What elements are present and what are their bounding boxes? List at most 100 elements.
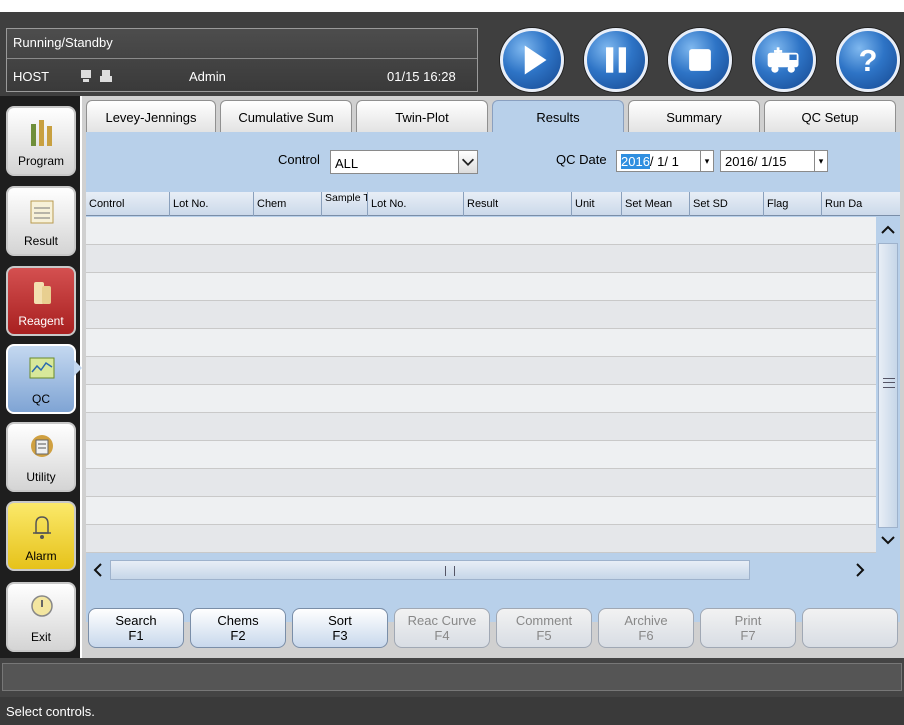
table-row[interactable] (86, 301, 876, 329)
utility-icon (31, 435, 53, 457)
table-row[interactable] (86, 273, 876, 301)
reac-curve-button[interactable]: Reac Curve F4 (394, 608, 490, 648)
f8-button[interactable] (802, 608, 898, 648)
print-button-label: Print (734, 613, 762, 628)
date-from-rest: / 1/ 1 (649, 154, 679, 169)
pause-button[interactable] (584, 28, 648, 92)
date-to-field[interactable]: 2016/ 1/15 (720, 150, 818, 172)
stop-icon (689, 49, 711, 71)
nav-utility[interactable]: Utility (6, 422, 76, 492)
results-table-body (86, 217, 876, 556)
top-bar: Running/Standby HOST Admin 01/15 16:28 ? (0, 12, 904, 96)
table-row[interactable] (86, 357, 876, 385)
horizontal-scroll-grip[interactable] (445, 566, 455, 576)
tab-levey-jennings[interactable]: Levey-Jennings (86, 100, 216, 134)
scroll-right-button[interactable] (850, 560, 870, 580)
bell-icon (33, 516, 51, 539)
reac-curve-button-key: F4 (434, 628, 450, 643)
tab-results[interactable]: Results (492, 100, 624, 134)
nav-utility-label: Utility (26, 470, 56, 484)
tab-qc-setup[interactable]: QC Setup (764, 100, 896, 134)
scroll-up-button[interactable] (878, 219, 898, 241)
comment-button-key: F5 (536, 628, 552, 643)
chevron-up-icon (881, 225, 895, 234)
nav-program-label: Program (17, 154, 64, 168)
table-row[interactable] (86, 497, 876, 525)
filter-row: Control ALL QC Date 2016/ 1/ 1 ▾ 2016/ 1… (86, 136, 900, 180)
date-from-field[interactable]: 2016/ 1/ 1 (616, 150, 706, 172)
table-row[interactable] (86, 217, 876, 245)
col-chem[interactable]: Chem (254, 192, 322, 216)
search-button[interactable]: Search F1 (88, 608, 184, 648)
run-status: Running/Standby (7, 29, 477, 59)
date-to-dropdown[interactable]: ▾ (814, 150, 828, 172)
scroll-left-button[interactable] (88, 560, 108, 580)
archive-button[interactable]: Archive F6 (598, 608, 694, 648)
table-row[interactable] (86, 525, 876, 553)
qc-icon (29, 357, 55, 379)
nav-qc[interactable]: QC (6, 344, 76, 414)
sort-button[interactable]: Sort F3 (292, 608, 388, 648)
nav-alarm-label: Alarm (25, 549, 57, 563)
nav-program[interactable]: Program (6, 106, 76, 176)
search-button-label: Search (115, 613, 157, 628)
col-run-date[interactable]: Run Da (822, 192, 876, 216)
col-lot-no[interactable]: Lot No. (170, 192, 254, 216)
col-reagent-lot-no[interactable]: Lot No. (368, 192, 464, 216)
nav-result[interactable]: Result (6, 186, 76, 256)
result-icon (30, 200, 54, 224)
table-row[interactable] (86, 441, 876, 469)
table-row[interactable] (86, 245, 876, 273)
scroll-down-button[interactable] (878, 529, 898, 551)
stop-button[interactable] (668, 28, 732, 92)
chevron-right-icon (856, 563, 865, 577)
tab-twin-plot[interactable]: Twin-Plot (356, 100, 488, 134)
tab-summary[interactable]: Summary (628, 100, 760, 134)
status-message: Select controls. (0, 697, 904, 725)
control-dropdown-button[interactable] (458, 150, 478, 174)
power-icon (31, 595, 53, 617)
nav-reagent-label: Reagent (18, 314, 64, 328)
nav-reagent[interactable]: Reagent (6, 266, 76, 336)
print-button-key: F7 (740, 628, 756, 643)
date-from-dropdown[interactable]: ▾ (700, 150, 714, 172)
vertical-scrollbar[interactable] (876, 217, 900, 556)
comment-button[interactable]: Comment F5 (496, 608, 592, 648)
col-result[interactable]: Result (464, 192, 572, 216)
main-panel: Levey-Jennings Cumulative Sum Twin-Plot … (82, 96, 904, 658)
reagent-icon (34, 282, 51, 304)
col-set-sd[interactable]: Set SD (690, 192, 764, 216)
user-name: Admin (189, 69, 226, 84)
sort-button-label: Sort (328, 613, 352, 628)
horizontal-scrollbar[interactable] (86, 558, 876, 582)
table-row[interactable] (86, 413, 876, 441)
play-icon (524, 45, 547, 75)
col-unit[interactable]: Unit (572, 192, 622, 216)
col-control[interactable]: Control (86, 192, 170, 216)
app-window: Running/Standby HOST Admin 01/15 16:28 ? (0, 0, 904, 725)
nav-alarm[interactable]: Alarm (6, 501, 76, 571)
program-icon (31, 120, 52, 146)
table-row[interactable] (86, 469, 876, 497)
results-panel: Control ALL QC Date 2016/ 1/ 1 ▾ 2016/ 1… (86, 132, 900, 622)
question-icon: ? (859, 43, 878, 78)
control-select[interactable]: ALL (330, 150, 478, 174)
col-flag[interactable]: Flag (764, 192, 822, 216)
chems-button[interactable]: Chems F2 (190, 608, 286, 648)
help-button[interactable]: ? (836, 28, 900, 92)
horizontal-scroll-track[interactable] (110, 560, 750, 580)
nav-exit[interactable]: Exit (6, 582, 76, 652)
tab-cumulative-sum[interactable]: Cumulative Sum (220, 100, 352, 134)
col-sample-type[interactable]: Sample Type (322, 192, 368, 216)
archive-button-label: Archive (624, 613, 668, 628)
vertical-scroll-track[interactable] (878, 243, 898, 528)
table-row[interactable] (86, 329, 876, 357)
start-button[interactable] (500, 28, 564, 92)
vertical-scroll-grip[interactable] (883, 378, 895, 388)
table-row[interactable] (86, 385, 876, 413)
left-nav: Program Result Reagent QC Utility Alarm … (0, 96, 82, 658)
computer-icon (81, 70, 91, 82)
print-button[interactable]: Print F7 (700, 608, 796, 648)
emergency-button[interactable] (752, 28, 816, 92)
col-set-mean[interactable]: Set Mean (622, 192, 690, 216)
